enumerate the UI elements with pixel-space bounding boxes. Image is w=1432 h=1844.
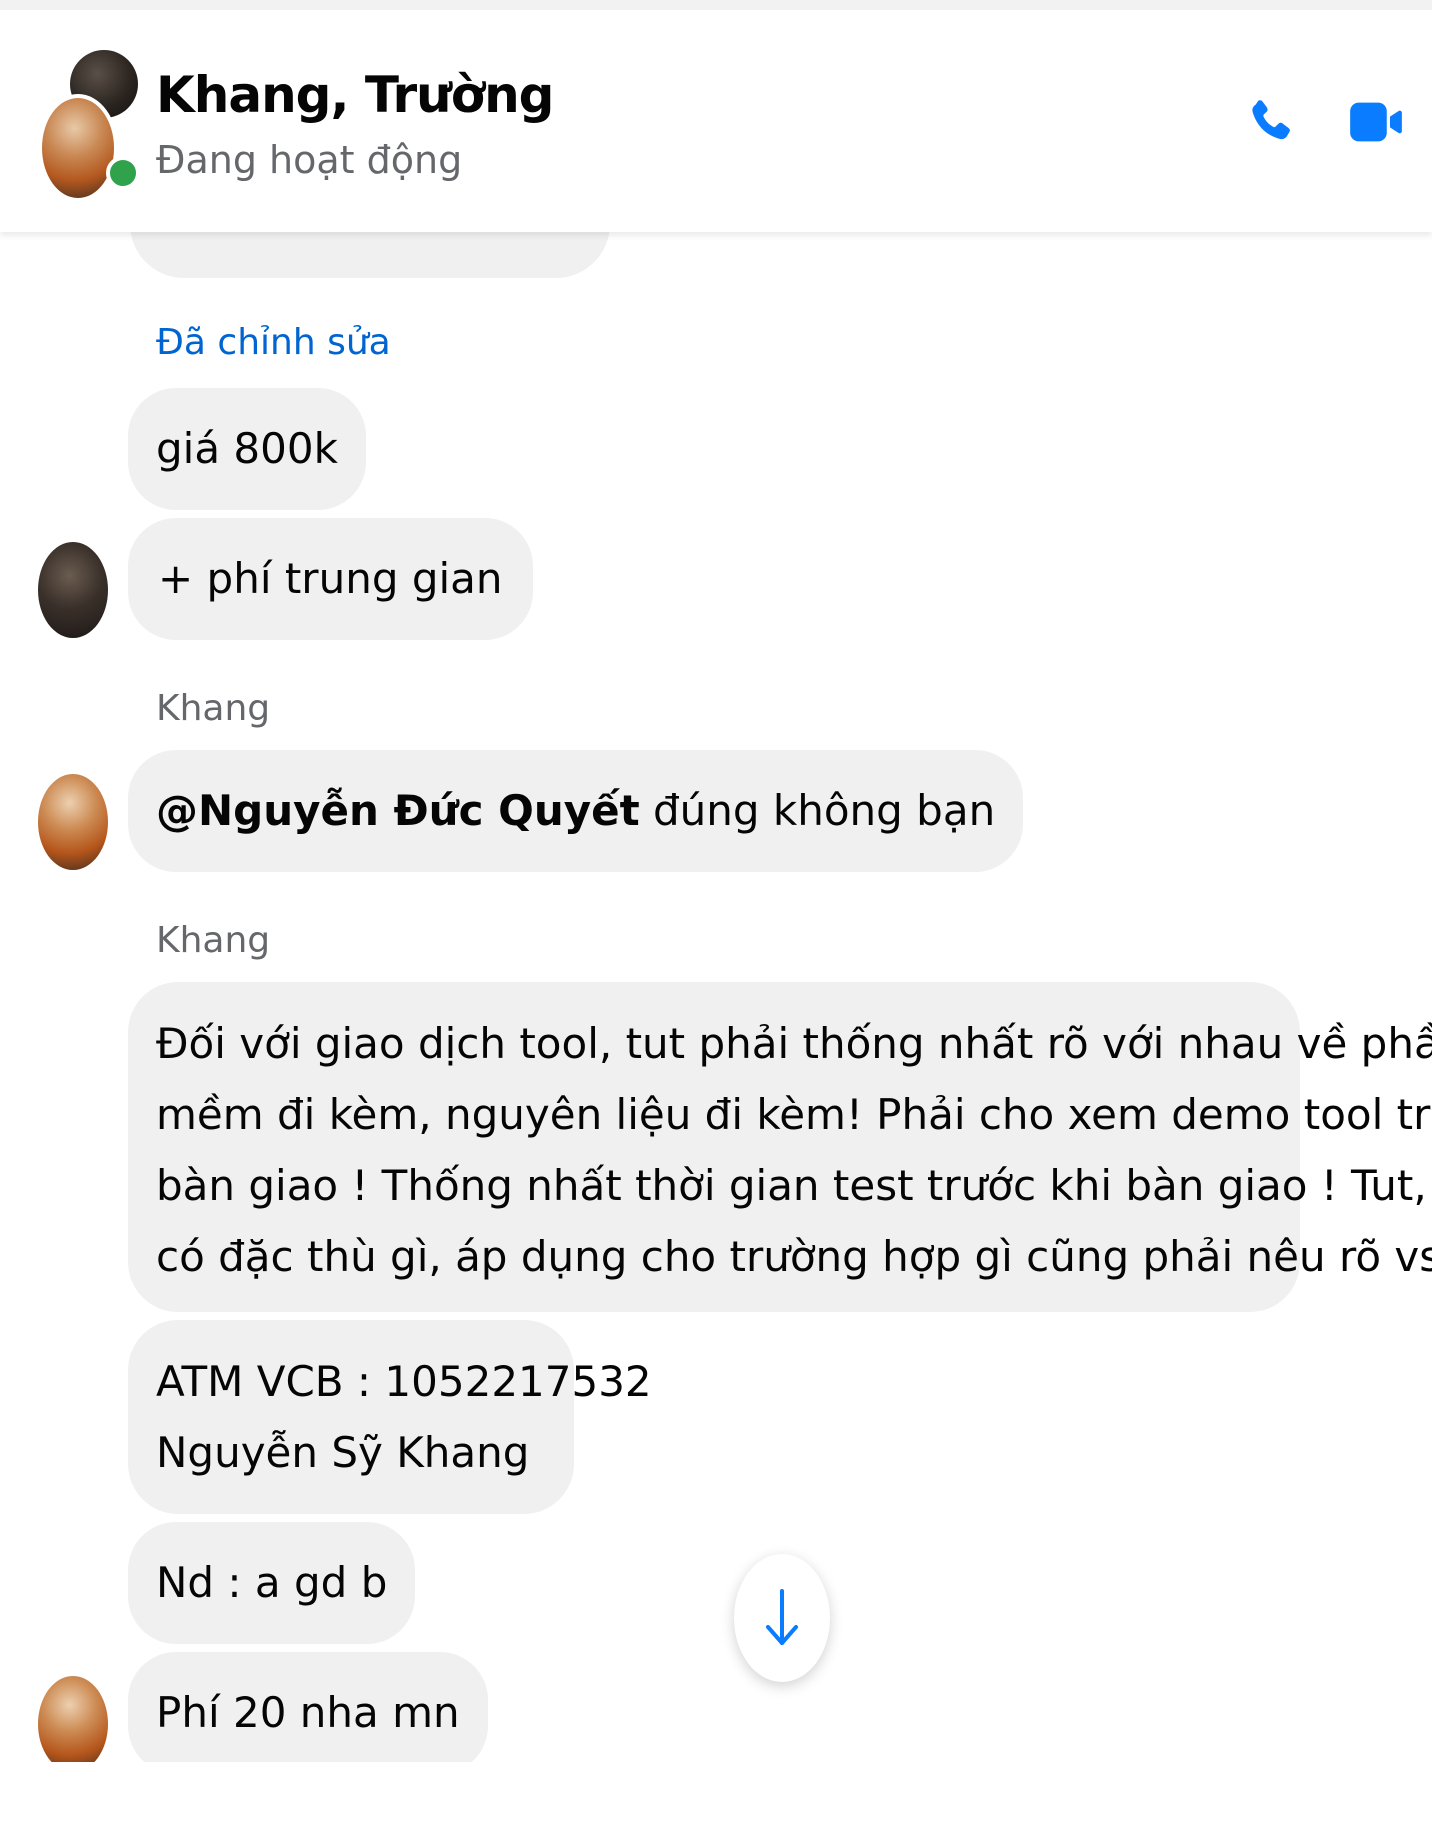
phone-icon (1252, 100, 1290, 140)
message-bubble-mention[interactable]: @Nguyễn Đức Quyết đúng không bạn (128, 750, 1024, 872)
message-bubble-fee[interactable]: + phí trung gian (128, 518, 533, 640)
active-status: Đang hoạt động (156, 138, 463, 182)
group-avatar[interactable] (38, 50, 142, 202)
voice-call-button[interactable] (1234, 86, 1306, 158)
avatar[interactable] (38, 542, 108, 638)
message-line: ATM VCB : 1052217532 (156, 1357, 652, 1406)
chat-window: Đã chỉnh sửa giá 800k + phí trung gian K… (0, 0, 1432, 1844)
conversation-header: Khang, Trường Đang hoạt động (0, 10, 1432, 232)
message-text: Nd : a gd b (156, 1558, 388, 1607)
message-line: mềm đi kèm, nguyên liệu đi kèm! Phải cho… (156, 1090, 1432, 1139)
message-bubble-note[interactable]: Nd : a gd b (128, 1522, 416, 1644)
message-line: Nguyễn Sỹ Khang (156, 1428, 530, 1477)
message-bubble-fee-note[interactable]: Phí 20 nha mn (128, 1652, 488, 1770)
avatar[interactable] (38, 1676, 108, 1770)
message-text: đúng không bạn (639, 786, 996, 835)
message-text: giá 800k (156, 424, 338, 473)
sender-name: Khang (156, 920, 271, 961)
message-list[interactable]: Đã chỉnh sửa giá 800k + phí trung gian K… (0, 0, 1432, 1770)
message-line: Đối với giao dịch tool, tut phải thống n… (156, 1019, 1432, 1068)
scroll-to-bottom-button[interactable] (734, 1554, 830, 1682)
composer-area (0, 1762, 1432, 1844)
message-text: + phí trung gian (158, 554, 503, 603)
sender-name: Khang (156, 688, 271, 729)
message-bubble-price[interactable]: giá 800k (128, 388, 366, 510)
message-bubble-bank[interactable]: ATM VCB : 1052217532 Nguyễn Sỹ Khang (128, 1320, 652, 1514)
conversation-title[interactable]: Khang, Trường (156, 66, 554, 124)
message-line: bàn giao ! Thống nhất thời gian test trư… (156, 1161, 1432, 1210)
arrow-down-icon (766, 1589, 798, 1645)
avatar[interactable] (38, 774, 108, 870)
edited-label[interactable]: Đã chỉnh sửa (156, 322, 391, 363)
video-camera-icon (1350, 102, 1402, 142)
video-call-button[interactable] (1340, 86, 1412, 158)
mention-link[interactable]: @Nguyễn Đức Quyết (156, 786, 640, 835)
message-bubble-rules[interactable]: Đối với giao dịch tool, tut phải thống n… (128, 982, 1432, 1312)
online-indicator (106, 156, 140, 190)
avatar (38, 94, 118, 202)
window-top-border (0, 0, 1432, 10)
message-line: có đặc thù gì, áp dụng cho trường hợp gì… (156, 1232, 1432, 1281)
message-text: Phí 20 nha mn (156, 1688, 460, 1737)
